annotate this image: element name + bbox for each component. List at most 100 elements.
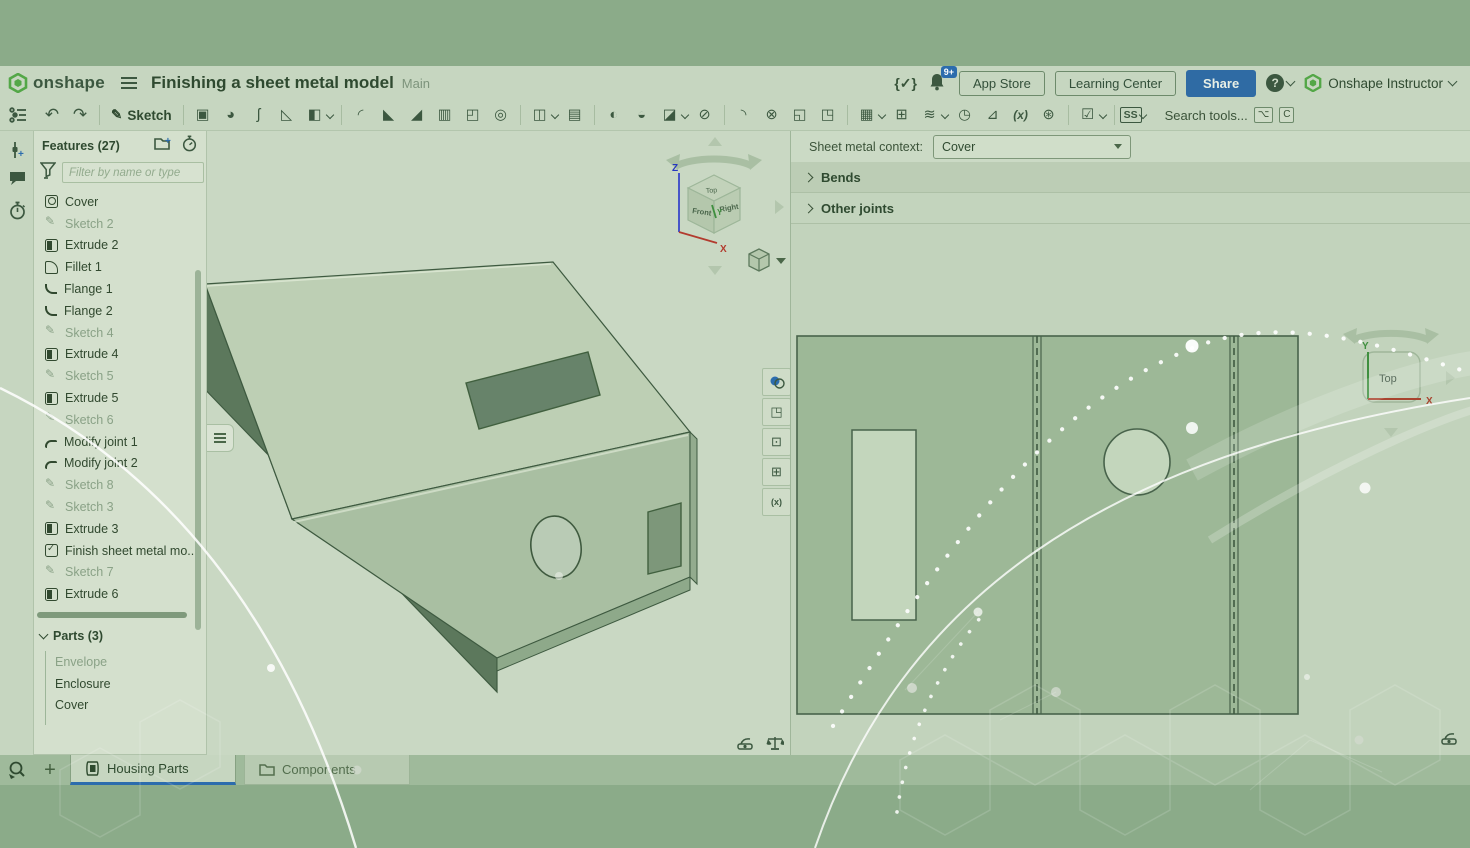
split-pane-icon[interactable]: ◫ [528,104,552,126]
mass-properties-scale-icon[interactable] [763,734,787,752]
chevron-down-icon[interactable] [940,111,948,119]
edit-fillet-icon[interactable]: ◝ [732,104,756,126]
appearance-icon[interactable] [762,368,791,396]
feature-item[interactable]: Extrude 6 [34,583,206,605]
feature-item[interactable]: Sketch 6 [34,409,206,431]
chevron-down-icon[interactable] [325,111,333,119]
finish-sheet-metal-icon[interactable]: ☑ [1076,104,1100,126]
isolate-view-icon[interactable]: ◳ [762,398,791,426]
feature-item[interactable]: Extrude 4 [34,344,206,366]
filter-funnel-icon[interactable] [40,161,56,184]
bends-section[interactable]: Bends [791,162,1470,193]
onshape-logo[interactable]: onshape [8,73,105,93]
revolve-icon[interactable]: ◕ [219,104,243,126]
loft-icon[interactable]: ◺ [275,104,299,126]
sweep-icon[interactable]: ʃ [247,104,271,126]
move-face-icon[interactable]: ◱ [788,104,812,126]
mass-properties-icon[interactable]: ⊿ [981,104,1005,126]
linear-pattern-icon[interactable]: ▤ [563,104,587,126]
account-menu[interactable]: Onshape Instructor [1304,74,1456,92]
sketch-button[interactable]: ✎ Sketch [111,107,172,123]
hole-icon[interactable]: ◎ [489,104,513,126]
other-joints-section[interactable]: Other joints [791,193,1470,224]
configurations-icon[interactable]: + [6,139,28,161]
workspace-label[interactable]: Main [402,76,430,91]
feature-item[interactable]: Sketch 3 [34,496,206,518]
frame-tools-icon[interactable]: ⊛ [1037,104,1061,126]
redo-icon[interactable]: ↷ [68,104,92,126]
feature-list-toggle-icon[interactable] [6,104,30,126]
context-dropdown[interactable]: Cover [933,135,1131,159]
mirror-icon[interactable]: ⊞ [890,104,914,126]
search-tools[interactable]: Search tools... ⌥ C [1165,107,1295,123]
variables-icon[interactable]: (x) [1009,104,1033,126]
wrap-icon[interactable]: ◒ [630,104,654,126]
fillet-icon[interactable]: ◜ [349,104,373,126]
rib-icon[interactable]: ▥ [433,104,457,126]
chamfer-icon[interactable]: ◣ [377,104,401,126]
helix-icon[interactable]: ≋ [918,104,942,126]
versions-icon[interactable]: {✓} [894,75,917,92]
transform-icon[interactable]: ◪ [658,104,682,126]
chevron-down-icon[interactable] [1098,111,1106,119]
panel-collapse-handle[interactable] [207,424,234,452]
chevron-down-icon[interactable] [877,111,885,119]
measure-icon[interactable]: ◷ [953,104,977,126]
feature-item[interactable]: Modify joint 1 [34,431,206,453]
add-tab-button[interactable]: + [38,757,62,783]
parts-section-header[interactable]: Parts (3) [40,629,103,643]
notifications-bell-icon[interactable]: 9+ [927,72,949,94]
create-folder-icon[interactable]: + [154,136,173,156]
search-tabs-icon[interactable] [4,757,30,783]
feature-item[interactable]: Modify joint 2 [34,453,206,475]
help-menu[interactable]: ? [1266,74,1294,92]
feature-item[interactable]: Extrude 2 [34,235,206,257]
history-stopwatch-icon[interactable] [6,199,28,221]
part-item[interactable]: Cover [55,698,88,712]
feature-item[interactable]: Finish sheet metal mo... [34,540,206,562]
feature-item[interactable]: Extrude 3 [34,518,206,540]
draft-icon[interactable]: ◢ [405,104,429,126]
chevron-down-icon[interactable] [550,111,558,119]
feature-history-icon[interactable] [181,135,198,157]
flatten-toggle-icon[interactable] [1441,731,1461,751]
learning-center-button[interactable]: Learning Center [1055,71,1176,96]
share-button[interactable]: Share [1186,70,1256,97]
circular-pattern-icon[interactable]: ▦ [855,104,879,126]
delete-part-icon[interactable]: ⊘ [693,104,717,126]
feature-item[interactable]: Sketch 8 [34,474,206,496]
feature-item[interactable]: Cover [34,191,206,213]
feature-item[interactable]: Extrude 5 [34,387,206,409]
feature-item[interactable]: Sketch 4 [34,322,206,344]
flat-variables-icon[interactable]: (x) [762,488,791,516]
part-item[interactable]: Envelope [55,655,107,669]
features-scrollbar[interactable] [195,270,201,630]
feature-item[interactable]: Flange 2 [34,300,206,322]
rollback-bar[interactable] [37,612,187,618]
model-viewport[interactable]: Top Front Right Z X Y [207,131,790,755]
shell-icon[interactable]: ◰ [461,104,485,126]
view-mode-button[interactable] [749,249,786,271]
boolean-icon[interactable]: ◐ [602,104,626,126]
thicken-icon[interactable]: ◧ [303,104,327,126]
undo-icon[interactable]: ↶ [40,104,64,126]
feature-item[interactable]: Flange 1 [34,278,206,300]
feature-filter-input[interactable] [62,162,204,183]
delete-face-icon[interactable]: ⊗ [760,104,784,126]
explode-view-icon[interactable]: ⊞ [762,458,791,486]
app-store-button[interactable]: App Store [959,71,1045,96]
offset-surface-icon[interactable]: ◳ [816,104,840,126]
feature-item[interactable]: Sketch 5 [34,365,206,387]
flatten-preview-icon[interactable] [735,734,759,752]
part-item[interactable]: Enclosure [55,677,111,691]
hamburger-menu-icon[interactable] [121,82,137,84]
feature-item[interactable]: Sketch 2 [34,213,206,235]
extrude-icon[interactable]: ▣ [191,104,215,126]
feature-item[interactable]: Fillet 1 [34,256,206,278]
comments-icon[interactable] [6,167,28,189]
chevron-down-icon[interactable] [680,111,688,119]
tab-housing-parts[interactable]: Housing Parts [70,755,236,785]
section-view-icon[interactable]: ⊡ [762,428,791,456]
tab-components[interactable]: Components [244,755,410,785]
feature-item[interactable]: Sketch 7 [34,562,206,584]
